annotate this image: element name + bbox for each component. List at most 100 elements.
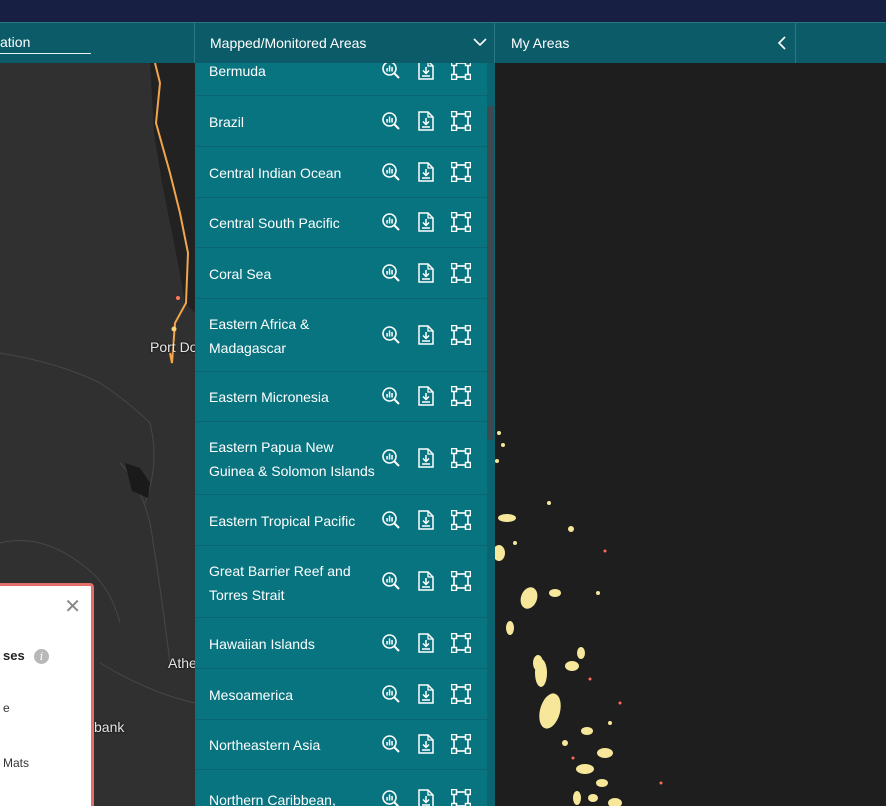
zoom-stats-icon[interactable] [381,162,401,182]
area-row[interactable]: Central Indian Ocean [195,147,487,198]
area-name: Central Indian Ocean [209,165,342,181]
zoom-stats-icon[interactable] [381,510,401,530]
area-name: Great Barrier Reef and Torres Strait [209,563,351,603]
area-row[interactable]: Brazil [195,96,487,147]
map-view-right[interactable] [495,63,886,806]
zoom-stats-icon[interactable] [381,448,401,468]
download-file-icon[interactable] [417,386,435,406]
zoom-stats-icon[interactable] [381,325,401,345]
area-row[interactable]: Mesoamerica [195,669,487,720]
zoom-stats-icon[interactable] [381,734,401,754]
legend-item: Mats [3,756,30,770]
area-row[interactable]: Great Barrier Reef and Torres Strait [195,546,487,618]
my-areas-label: My Areas [511,35,570,51]
bounding-box-icon[interactable] [451,386,471,406]
mapped-areas-list: Bermuda Brazil Central Indian Ocean Central… [195,63,487,806]
download-file-icon[interactable] [417,325,435,345]
bounding-box-icon[interactable] [451,325,471,345]
area-actions [381,162,473,186]
close-icon[interactable]: ✕ [64,597,81,617]
zoom-stats-icon[interactable] [381,212,401,232]
download-file-icon[interactable] [417,734,435,754]
area-row[interactable]: Hawaiian Islands [195,618,487,669]
area-row[interactable]: Coral Sea [195,248,487,299]
area-actions [381,63,473,84]
area-name: Brazil [209,114,245,130]
area-row[interactable]: Central South Pacific [195,198,487,248]
bounding-box-icon[interactable] [451,212,471,232]
zoom-stats-icon[interactable] [381,571,401,591]
area-name: Bermuda [209,63,266,79]
area-row[interactable]: Northeastern Asia [195,720,487,770]
download-file-icon[interactable] [417,212,435,232]
bounding-box-icon[interactable] [451,789,471,806]
download-file-icon[interactable] [417,684,435,704]
bounding-box-icon[interactable] [451,510,471,530]
area-actions [381,684,473,708]
area-actions [381,386,473,410]
mapped-areas-dropdown[interactable]: Mapped/Monitored Areas [195,23,495,64]
top-nav-bar [0,0,886,22]
zoom-stats-icon[interactable] [381,386,401,406]
area-name: Mesoamerica [209,687,294,703]
legend-header: ses [3,648,25,663]
area-name: Eastern Tropical Pacific [209,513,356,529]
zoom-stats-icon[interactable] [381,633,401,653]
list-scrollbar-thumb[interactable] [487,106,494,440]
my-areas-tab[interactable]: My Areas [495,23,796,64]
download-file-icon[interactable] [417,510,435,530]
download-file-icon[interactable] [417,571,435,591]
info-icon[interactable]: i [34,649,49,664]
chevron-left-icon [777,36,786,50]
bounding-box-icon[interactable] [451,684,471,704]
download-file-icon[interactable] [417,789,435,806]
area-name: Eastern Papua New Guinea & Solomon Islan… [209,439,375,479]
bounding-box-icon[interactable] [451,162,471,182]
map-label-athe: Athe [168,655,195,671]
zoom-stats-icon[interactable] [381,684,401,704]
area-row[interactable]: Eastern Africa & Madagascar [195,299,487,372]
area-row[interactable]: Northern Caribbean, [195,770,487,806]
search-tab-label: ation [0,34,31,50]
area-name: Coral Sea [209,266,272,282]
zoom-stats-icon[interactable] [381,263,401,283]
area-row[interactable]: Bermuda [195,63,487,96]
search-tab[interactable]: ation [0,23,195,64]
area-row[interactable]: Eastern Tropical Pacific [195,495,487,546]
area-name: Eastern Micronesia [209,389,329,405]
zoom-stats-icon[interactable] [381,63,401,80]
search-underline [0,53,91,54]
bounding-box-icon[interactable] [451,734,471,754]
bounding-box-icon[interactable] [451,63,471,80]
area-name: Northern Caribbean, [209,792,336,806]
bounding-box-icon[interactable] [451,633,471,653]
legend-item: e [3,701,10,715]
area-name: Eastern Africa & Madagascar [209,316,310,356]
area-name: Hawaiian Islands [209,636,315,652]
zoom-stats-icon[interactable] [381,789,401,806]
area-actions [381,789,473,806]
bounding-box-icon[interactable] [451,571,471,591]
download-file-icon[interactable] [417,111,435,131]
download-file-icon[interactable] [417,162,435,182]
download-file-icon[interactable] [417,63,435,80]
chevron-down-icon [473,38,487,47]
area-actions [381,111,473,135]
bounding-box-icon[interactable] [451,448,471,468]
download-file-icon[interactable] [417,448,435,468]
download-file-icon[interactable] [417,263,435,283]
download-file-icon[interactable] [417,633,435,653]
bounding-box-icon[interactable] [451,263,471,283]
bounding-box-icon[interactable] [451,111,471,131]
area-name: Northeastern Asia [209,737,321,753]
area-row[interactable]: Eastern Papua New Guinea & Solomon Islan… [195,422,487,495]
area-row[interactable]: Eastern Micronesia [195,372,487,422]
area-actions [381,448,473,472]
toolbar: ation Mapped/Monitored Areas My Areas [0,22,886,64]
map-label-port: Port Do [150,339,195,355]
mapped-areas-label: Mapped/Monitored Areas [210,35,367,51]
area-actions [381,325,473,349]
legend-popup: ✕ ses i e Mats [0,583,94,806]
mapped-areas-list-content: Bermuda Brazil Central Indian Ocean Central… [195,63,487,806]
zoom-stats-icon[interactable] [381,111,401,131]
